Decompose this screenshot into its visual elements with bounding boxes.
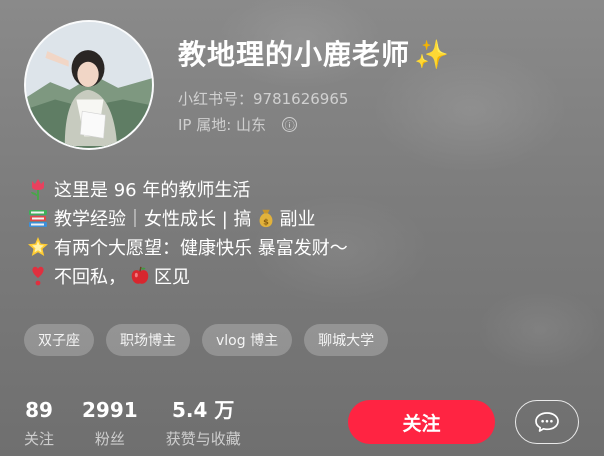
stat-likes[interactable]: 5.4 万 获赞与收藏	[166, 398, 241, 449]
avatar-photo	[26, 22, 152, 148]
bio: 这里是 96 年的教师生活 教学经验｜女性成长 | 搞 $ 副业 有两个大愿望：…	[26, 174, 348, 290]
tag-career[interactable]: 职场博主	[106, 324, 190, 356]
stat-following-count: 89	[25, 398, 53, 422]
stat-following[interactable]: 89 关注	[24, 398, 54, 449]
bio-line-1-text: 这里是 96 年的教师生活	[54, 179, 251, 201]
tag-school[interactable]: 聊城大学	[304, 324, 389, 356]
ip-location-text: IP 属地: 山东	[178, 116, 267, 134]
bio-line-2-text: 教学经验｜女性成长 | 搞	[54, 208, 252, 230]
avatar[interactable]	[24, 20, 154, 150]
profile-name: 教地理的小鹿老师 ✨	[178, 33, 450, 73]
star-icon	[28, 236, 48, 256]
svg-text:$: $	[263, 216, 269, 226]
bio-line-2-end: 副业	[279, 208, 316, 230]
tag-zodiac[interactable]: 双子座	[24, 324, 94, 356]
stat-followers[interactable]: 2991 粉丝	[82, 398, 138, 449]
profile-header: 教地理的小鹿老师 ✨ 小红书号：9781626965 IP 属地: 山东 ⓘ 这里…	[0, 0, 604, 456]
bio-line-4: 不回私， 区见	[26, 261, 348, 290]
sparkle-icon: ✨	[414, 38, 450, 71]
stat-followers-label: 粉丝	[94, 430, 125, 448]
bio-line-2: 教学经验｜女性成长 | 搞 $ 副业	[26, 203, 348, 232]
bio-line-1: 这里是 96 年的教师生活	[26, 174, 348, 203]
money-bag-icon: $	[259, 209, 272, 227]
info-icon[interactable]: ⓘ	[282, 117, 298, 132]
bio-line-3: 有两个大愿望：健康快乐 暴富发财～	[26, 232, 348, 261]
bio-line-4-end: 区见	[154, 266, 190, 288]
heart-exclamation-icon	[32, 266, 44, 285]
stat-likes-count: 5.4 万	[171, 398, 235, 422]
stat-likes-label: 获赞与收藏	[165, 430, 241, 448]
chat-button[interactable]	[515, 400, 579, 444]
bio-line-3-text: 有两个大愿望：健康快乐 暴富发财～	[54, 237, 348, 259]
tag-list: 双子座 职场博主 vlog 博主 聊城大学	[24, 324, 389, 356]
stat-followers-count: 2991	[82, 398, 138, 422]
apple-icon	[131, 266, 149, 284]
profile-name-text: 教地理的小鹿老师	[178, 38, 411, 71]
chat-bubble-icon	[535, 412, 559, 432]
books-icon	[29, 209, 47, 227]
tag-vlog[interactable]: vlog 博主	[202, 324, 293, 356]
red-id[interactable]: 小红书号：9781626965	[178, 88, 348, 109]
ip-location: IP 属地: 山东 ⓘ	[178, 114, 298, 135]
follow-button[interactable]: 关注	[348, 400, 495, 444]
bio-line-4-text: 不回私，	[54, 266, 126, 288]
stat-following-label: 关注	[24, 430, 55, 448]
stats: 89 关注 2991 粉丝 5.4 万 获赞与收藏	[24, 398, 269, 449]
tulip-icon	[31, 178, 44, 200]
